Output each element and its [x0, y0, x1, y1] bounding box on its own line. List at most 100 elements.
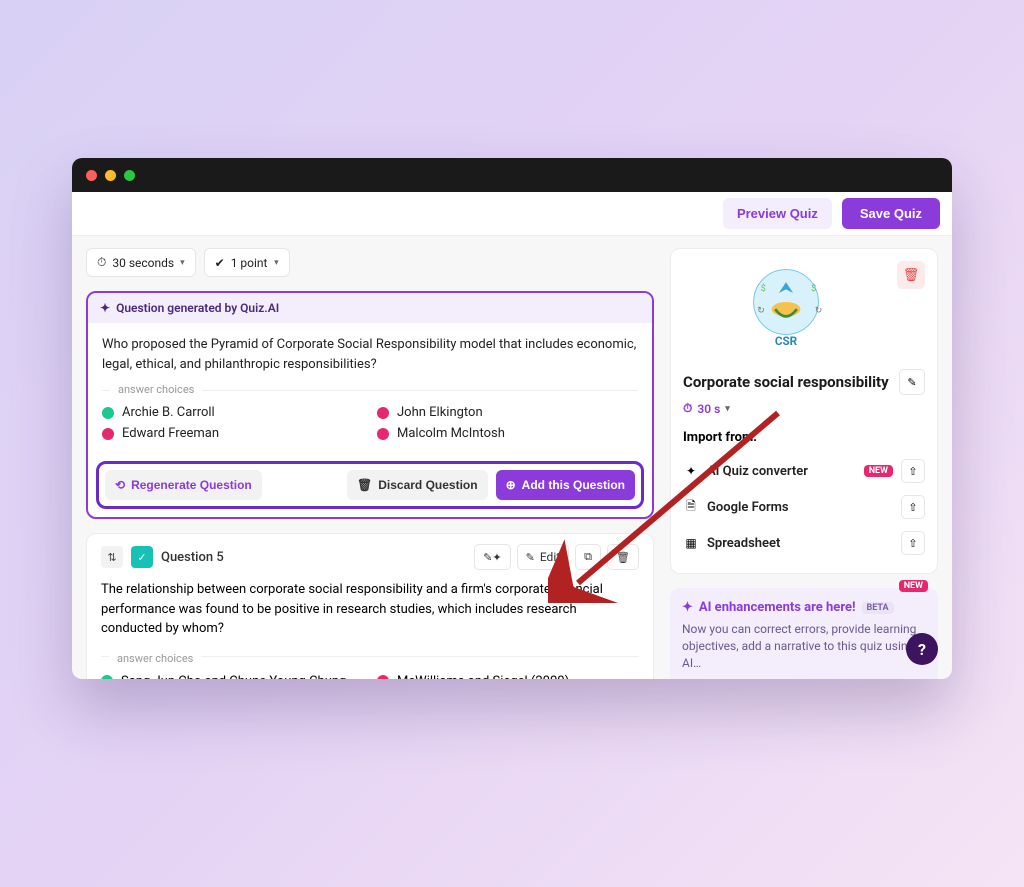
answer-choice: John Elkington — [377, 405, 638, 420]
question-tools: ✎✦ ✎Edit ⧉ 🗑 — [474, 544, 639, 570]
upload-button[interactable]: ⇧ — [901, 531, 925, 555]
upload-button[interactable]: ⇧ — [901, 495, 925, 519]
wrong-dot-icon — [377, 428, 389, 440]
window-close-icon[interactable] — [86, 170, 97, 181]
enhance-body-text: Now you can correct errors, provide lear… — [682, 621, 926, 671]
trash-icon: 🗑 — [616, 551, 630, 564]
svg-text:$: $ — [811, 283, 816, 294]
default-time-chip[interactable]: ⏱ 30 s ▾ — [683, 401, 730, 416]
window-minimize-icon[interactable] — [105, 170, 116, 181]
duplicate-button[interactable]: ⧉ — [575, 544, 601, 570]
ai-actions-bar: ⟲ Regenerate Question 🗑 Discard Question… — [96, 461, 644, 509]
new-badge: NEW — [899, 580, 928, 592]
points-select[interactable]: ✔ 1 point ▾ — [204, 248, 290, 277]
reorder-icon[interactable]: ⇅ — [101, 546, 123, 568]
plus-circle-icon: ⊕ — [506, 478, 516, 492]
grid-icon: ▦ — [683, 536, 699, 550]
ai-enhancements-card: NEW ✦ AI enhancements are here! BETA Now… — [670, 588, 938, 679]
delete-thumbnail-button[interactable]: 🗑 — [897, 261, 925, 289]
file-icon: 🗎 — [683, 497, 699, 518]
stopwatch-icon: ⏱ — [683, 401, 692, 416]
enhance-title: AI enhancements are here! — [699, 600, 856, 615]
delete-button[interactable]: 🗑 — [607, 544, 639, 570]
correct-dot-icon — [102, 407, 114, 419]
save-quiz-button[interactable]: Save Quiz — [842, 198, 940, 229]
edit-title-button[interactable]: ✎ — [899, 369, 925, 395]
trash-icon: 🗑 — [903, 268, 920, 283]
time-select-label: 30 seconds — [112, 256, 174, 270]
browser-window: Preview Quiz Save Quiz ⏱ 30 seconds ▾ ✔ 1 … — [72, 158, 952, 679]
question-mark-icon: ? — [918, 640, 926, 659]
quiz-thumbnail: CSR $ $ ↻ ↻ — [736, 261, 836, 361]
ai-card-body: Who proposed the Pyramid of Corporate So… — [88, 323, 652, 453]
preview-quiz-button[interactable]: Preview Quiz — [723, 198, 832, 229]
svg-text:CSR: CSR — [775, 334, 798, 348]
answer-choice: Archie B. Carroll — [102, 405, 363, 420]
import-spreadsheet[interactable]: ▦ Spreadsheet ⇧ — [683, 525, 925, 561]
upload-icon: ⇧ — [908, 465, 917, 478]
beta-badge: BETA — [862, 602, 894, 614]
discard-question-button[interactable]: 🗑 Discard Question — [347, 470, 488, 500]
right-column: CSR $ $ ↻ ↻ 🗑 Corporate social re — [670, 248, 938, 679]
question-type-icon: ✓ — [131, 546, 153, 568]
question-text: The relationship between corporate socia… — [101, 580, 639, 639]
import-ai-quiz-converter[interactable]: ✦ AI Quiz converter NEW ⇧ — [683, 453, 925, 489]
magic-wand-button[interactable]: ✎✦ — [474, 544, 510, 570]
new-badge: NEW — [864, 465, 893, 477]
refresh-icon: ⟲ — [115, 478, 125, 492]
ai-card-header: ✦ Question generated by Quiz.AI — [88, 293, 652, 323]
chevron-down-icon: ▾ — [725, 404, 730, 414]
sparkle-icon: ✦ — [100, 301, 110, 315]
import-from-label: Import from: — [683, 430, 925, 445]
answer-choices-label: answer choices — [109, 652, 201, 665]
question5-choice-grid: Sang Jun Cho and Chune Young Chung McWil… — [101, 674, 639, 680]
question-card-5: ⇅ ✓ Question 5 ✎✦ ✎Edit ⧉ 🗑 The relation… — [86, 533, 654, 679]
wand-icon: ✎✦ — [483, 551, 501, 564]
chevron-down-icon: ▾ — [180, 258, 185, 268]
chevron-down-icon: ▾ — [274, 258, 279, 268]
sparkle-icon: ✦ — [682, 600, 693, 615]
answer-choice: Sang Jun Cho and Chune Young Chung — [101, 674, 363, 680]
left-column: ⏱ 30 seconds ▾ ✔ 1 point ▾ ✦ Question gene… — [86, 248, 654, 679]
answer-choices-label: answer choices — [110, 383, 202, 396]
time-select[interactable]: ⏱ 30 seconds ▾ — [86, 248, 196, 277]
window-titlebar — [72, 158, 952, 192]
stopwatch-icon: ⏱ — [97, 255, 106, 270]
ai-card-header-text: Question generated by Quiz.AI — [116, 301, 279, 315]
top-bar: Preview Quiz Save Quiz — [72, 192, 952, 236]
answer-choice: Malcolm McIntosh — [377, 426, 638, 441]
sparkle-icon: ✦ — [683, 464, 699, 478]
svg-text:↻: ↻ — [815, 306, 823, 316]
wrong-dot-icon — [377, 675, 389, 679]
points-select-label: 1 point — [231, 256, 268, 270]
copy-icon: ⧉ — [584, 550, 592, 564]
add-question-button[interactable]: ⊕ Add this Question — [496, 470, 635, 500]
upload-button[interactable]: ⇧ — [901, 459, 925, 483]
pencil-icon: ✎ — [526, 551, 535, 564]
regenerate-question-button[interactable]: ⟲ Regenerate Question — [105, 470, 262, 500]
wrong-dot-icon — [377, 407, 389, 419]
question-card-title: Question 5 — [161, 550, 224, 565]
pencil-icon: ✎ — [907, 376, 916, 389]
correct-dot-icon — [101, 675, 113, 679]
import-google-forms[interactable]: 🗎 Google Forms ⇧ — [683, 489, 925, 525]
svg-text:↻: ↻ — [757, 306, 765, 316]
svg-text:$: $ — [761, 283, 766, 294]
wrong-dot-icon — [102, 428, 114, 440]
quiz-sidebar-card: CSR $ $ ↻ ↻ 🗑 Corporate social re — [670, 248, 938, 574]
upload-icon: ⇧ — [908, 537, 917, 550]
content-area: ⏱ 30 seconds ▾ ✔ 1 point ▾ ✦ Question gene… — [72, 236, 952, 679]
answer-choice: Edward Freeman — [102, 426, 363, 441]
ai-question-card: ✦ Question generated by Quiz.AI Who prop… — [86, 291, 654, 519]
window-maximize-icon[interactable] — [124, 170, 135, 181]
quiz-title: Corporate social responsibility — [683, 373, 891, 391]
edit-button[interactable]: ✎Edit — [517, 544, 570, 570]
ai-question-text: Who proposed the Pyramid of Corporate So… — [102, 335, 638, 374]
upload-icon: ⇧ — [908, 501, 917, 514]
ai-choice-grid: Archie B. Carroll John Elkington Edward … — [102, 405, 638, 441]
answer-choice: McWilliams and Siegel (2000) — [377, 674, 639, 680]
check-circle-icon: ✔ — [215, 256, 225, 270]
help-button[interactable]: ? — [906, 633, 938, 665]
question-settings-row: ⏱ 30 seconds ▾ ✔ 1 point ▾ — [86, 248, 654, 277]
question-card-header: ⇅ ✓ Question 5 ✎✦ ✎Edit ⧉ 🗑 — [101, 544, 639, 570]
